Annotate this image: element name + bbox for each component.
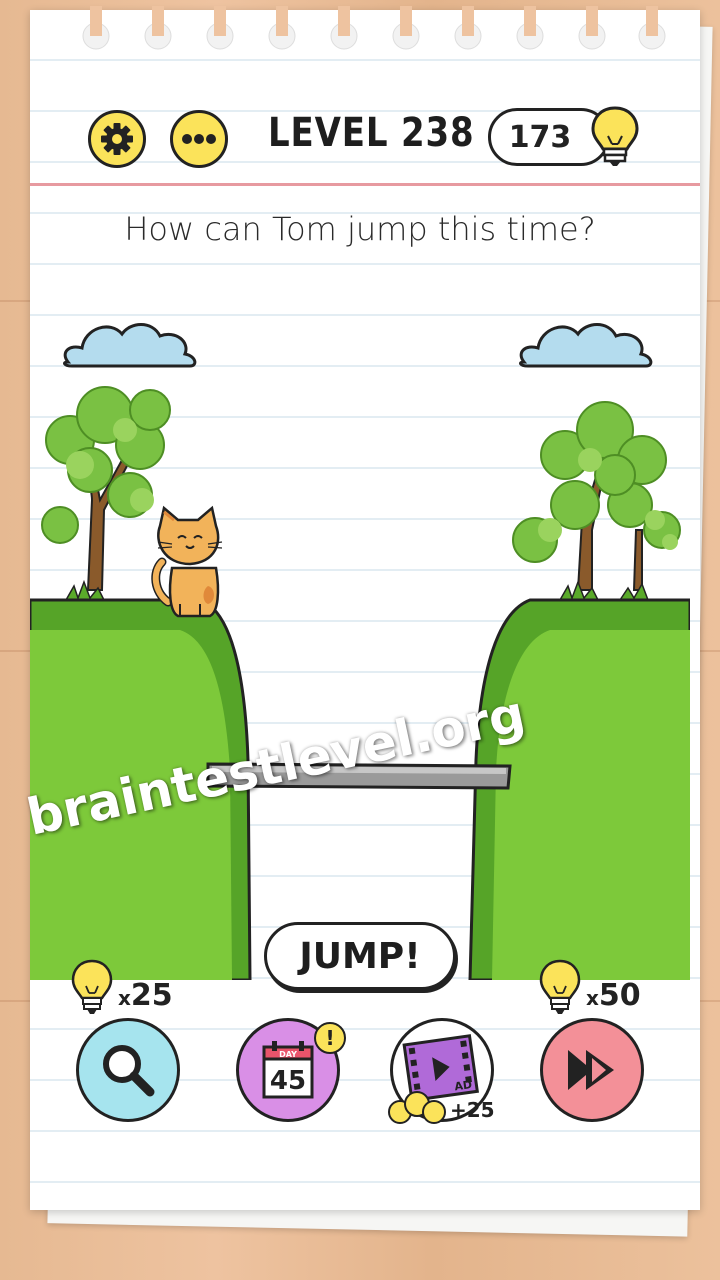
- cloud-left: [63, 323, 197, 368]
- hint-cost-bulb-icon: [71, 959, 113, 1014]
- skip-cost: x50: [586, 978, 641, 1013]
- skip-level-button[interactable]: [540, 1018, 644, 1122]
- binder-hole: [390, 6, 422, 56]
- hint-cost: x25: [118, 978, 173, 1013]
- calendar-day-number: 45: [270, 1066, 306, 1096]
- calendar-day-label: DAY: [279, 1050, 297, 1059]
- daily-alert-badge: !: [314, 1022, 346, 1054]
- puzzle-scene: [30, 323, 690, 980]
- settings-button[interactable]: [88, 110, 146, 168]
- binder-hole: [266, 6, 298, 56]
- ad-reward: +25: [450, 1098, 495, 1122]
- more-button[interactable]: [170, 110, 228, 168]
- binder-hole: [328, 6, 360, 56]
- binder-hole: [576, 6, 608, 56]
- level-title: LEVEL 238: [268, 110, 475, 156]
- ellipsis-icon: [182, 134, 216, 144]
- binder-hole: [452, 6, 484, 56]
- binder-hole: [514, 6, 546, 56]
- hint-count: 173: [508, 119, 572, 155]
- jump-button[interactable]: JUMP!: [264, 922, 456, 990]
- magnifier-icon: [103, 1045, 155, 1097]
- cat-tom: [151, 505, 223, 618]
- binder-hole: [636, 6, 668, 56]
- tree-left: [41, 386, 171, 591]
- ad-label: AD: [454, 1078, 473, 1093]
- question-text: How can Tom jump this time?: [124, 210, 596, 248]
- fast-forward-icon: [568, 1050, 614, 1090]
- hint-button[interactable]: [76, 1018, 180, 1122]
- skip-cost-bulb-icon: [539, 959, 581, 1014]
- cliff-right: [468, 598, 690, 980]
- gear-icon: [101, 123, 133, 155]
- binder-hole: [204, 6, 236, 56]
- binder-hole: [142, 6, 174, 56]
- binder-hole: [80, 6, 112, 56]
- margin-line: [30, 183, 700, 186]
- lightbulb-icon: [591, 106, 639, 166]
- cloud-right: [519, 323, 653, 368]
- tree-right: [512, 401, 681, 591]
- calendar-icon: DAY 45: [262, 1041, 314, 1099]
- bulbs-reward-icon: [388, 1091, 446, 1124]
